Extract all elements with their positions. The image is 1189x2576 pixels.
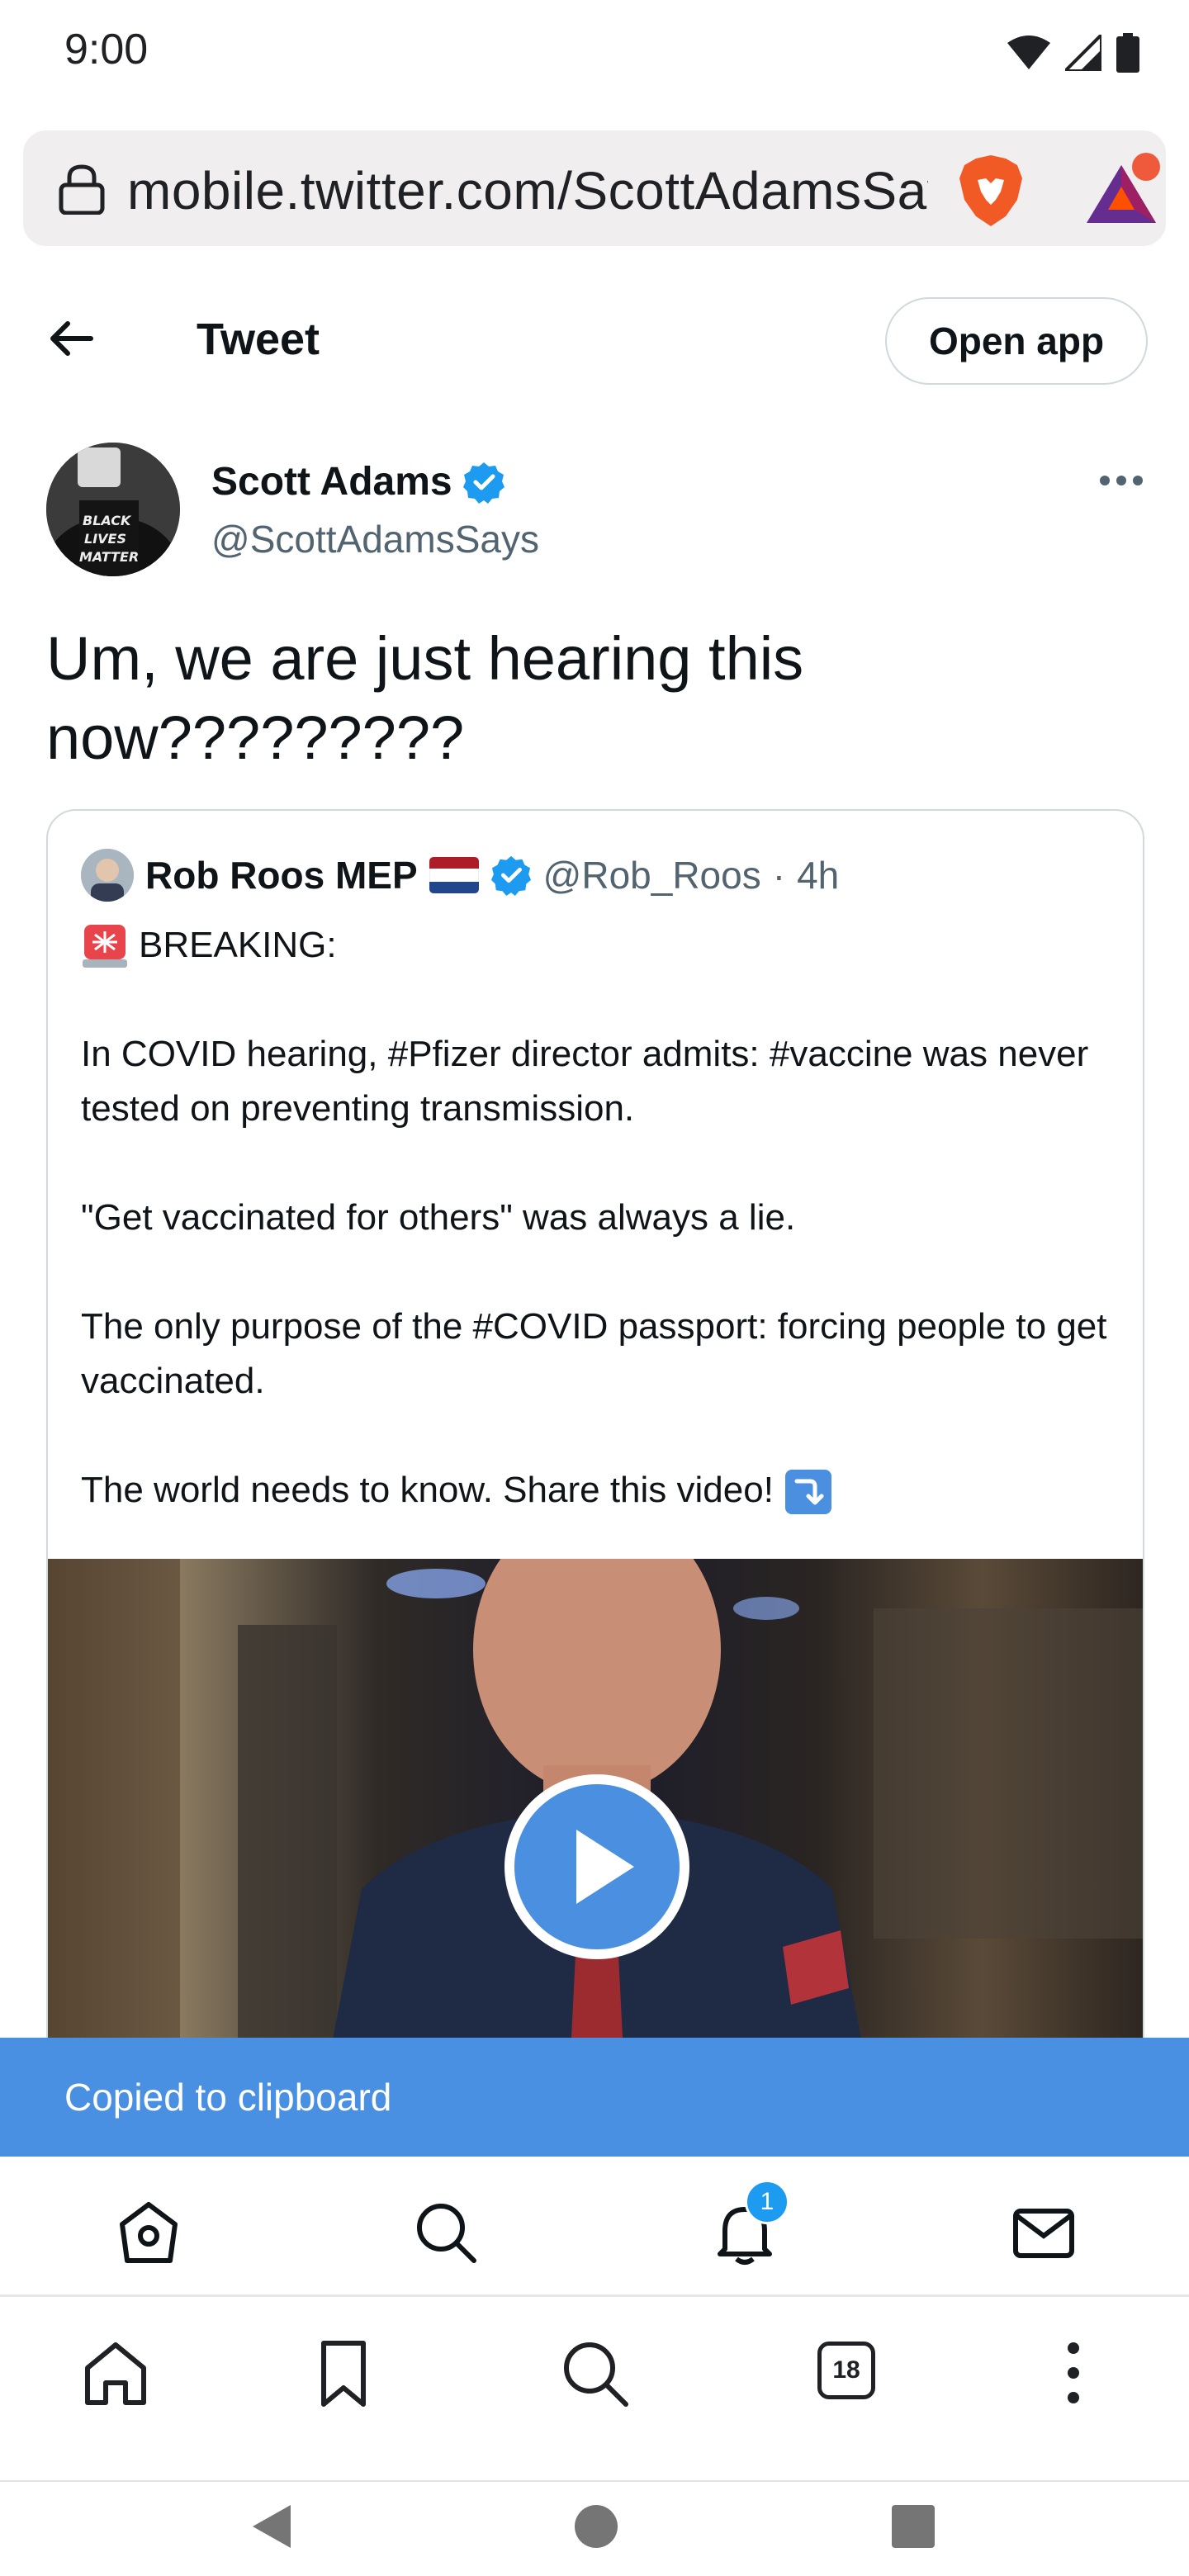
page-title: Tweet	[197, 315, 320, 364]
menu-icon[interactable]	[1037, 2337, 1110, 2409]
tweet-text: Um, we are just hearing this now????????…	[46, 624, 804, 772]
quoted-author-name: Rob Roos MEP	[145, 854, 418, 897]
quoted-paragraph-3: "Get vaccinated for others" was always a…	[81, 1197, 796, 1238]
author-name-text[interactable]: Scott Adams	[211, 459, 452, 504]
toast-text: Copied to clipboard	[64, 2076, 392, 2119]
quoted-tweet[interactable]: Rob Roos MEP @Rob_Roos · 4h BREAKING: In…	[46, 809, 1144, 2097]
quoted-tweet-body: BREAKING: In COVID hearing, #Pfizer dire…	[81, 918, 1121, 1572]
quoted-paragraph-1: BREAKING:	[81, 918, 1121, 973]
author-name[interactable]: Scott Adams	[211, 459, 505, 504]
home-nav-icon[interactable]	[573, 2503, 619, 2550]
quoted-tweet-header: Rob Roos MEP @Rob_Roos · 4h	[81, 849, 839, 902]
bookmark-icon[interactable]	[307, 2337, 380, 2409]
status-icons	[1007, 33, 1139, 73]
explore-icon[interactable]	[413, 2200, 479, 2266]
bat-rewards-icon[interactable]	[1085, 152, 1164, 226]
siren-icon	[83, 925, 127, 968]
twitter-bottom-nav	[0, 2157, 1189, 2297]
notification-badge: 1	[745, 2180, 789, 2224]
verified-badge-icon	[462, 462, 504, 504]
browser-toolbar	[0, 2300, 1189, 2482]
quoted-paragraph-5: The world needs to know. Share this vide…	[81, 1463, 1121, 1518]
toast-message: Copied to clipboard	[0, 2038, 1189, 2157]
search-icon[interactable]	[558, 2337, 631, 2409]
video-thumbnail[interactable]	[48, 1559, 1143, 2095]
lock-icon[interactable]	[58, 163, 106, 215]
back-nav-icon[interactable]	[248, 2502, 294, 2551]
home-icon[interactable]	[79, 2337, 152, 2409]
tweet-header: Tweet Open app	[0, 272, 1189, 405]
signal-icon	[1065, 35, 1101, 71]
author-handle[interactable]: @ScottAdamsSays	[211, 517, 539, 561]
play-icon[interactable]	[500, 1770, 694, 1963]
url-bar[interactable]: mobile.twitter.com/ScottAdamsSays/status…	[23, 130, 1166, 246]
avatar-text-3: MATTER	[79, 549, 139, 565]
open-app-button[interactable]: Open app	[885, 297, 1148, 385]
tab-switcher-button[interactable]: 18	[817, 2342, 875, 2399]
home-icon[interactable]	[116, 2200, 182, 2266]
back-arrow-icon[interactable]	[46, 314, 96, 363]
system-nav-bar	[0, 2482, 1189, 2576]
recents-nav-icon[interactable]	[890, 2503, 936, 2550]
avatar-text-1: BLACK	[83, 513, 132, 528]
quoted-paragraph-4: The only purpose of the #COVID passport:…	[81, 1306, 1107, 1401]
quoted-paragraph-2: In COVID hearing, #Pfizer director admit…	[81, 1034, 1089, 1129]
mail-icon[interactable]	[1011, 2200, 1077, 2266]
quoted-separator: ·	[772, 854, 786, 897]
quoted-author-handle: @Rob_Roos	[542, 854, 761, 897]
quoted-time: 4h	[797, 854, 840, 897]
url-text[interactable]: mobile.twitter.com/ScottAdamsSays/status…	[127, 160, 928, 221]
quoted-paragraph-5-text: The world needs to know. Share this vide…	[81, 1470, 774, 1510]
netherlands-flag-icon	[429, 857, 479, 893]
avatar-text-2: LIVES	[84, 531, 126, 547]
quoted-paragraph-1-text: BREAKING:	[139, 925, 337, 965]
avatar[interactable]: BLACK LIVES MATTER	[46, 443, 180, 576]
quoted-avatar	[81, 849, 134, 902]
wifi-icon	[1007, 36, 1050, 69]
battery-icon	[1116, 33, 1139, 73]
status-time: 9:00	[64, 26, 149, 73]
brave-lion-icon[interactable]	[956, 154, 1026, 228]
verified-badge-icon	[490, 855, 531, 896]
down-arrow-icon	[785, 1470, 832, 1515]
status-bar: 9:00	[0, 0, 1189, 107]
more-dots-icon[interactable]	[1098, 472, 1144, 489]
